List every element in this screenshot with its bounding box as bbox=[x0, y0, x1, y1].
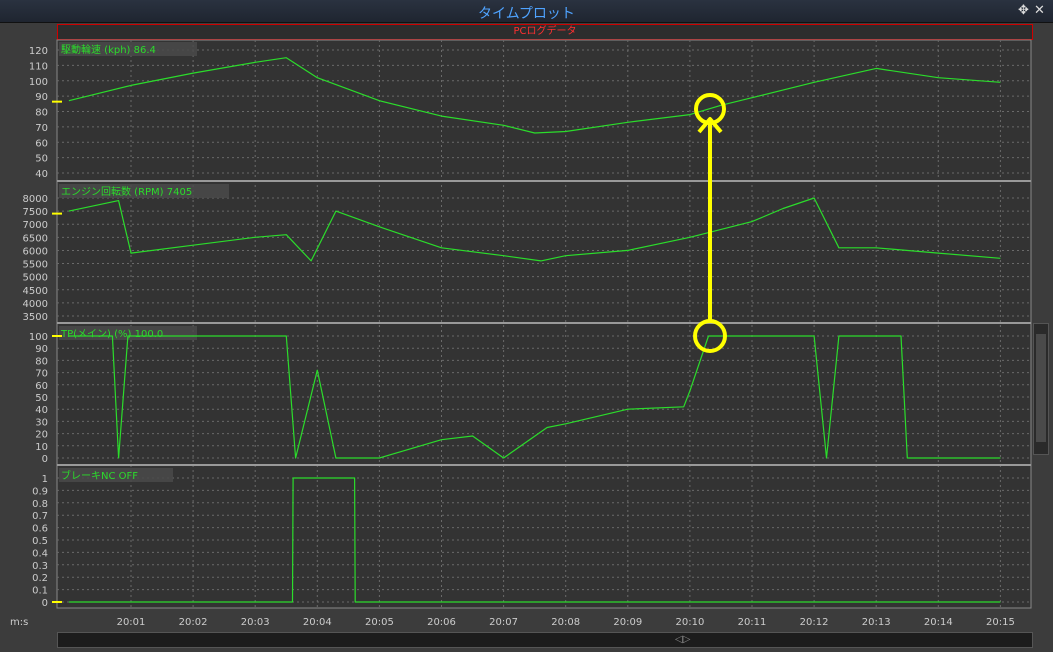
y-tick-label: 0 bbox=[42, 598, 48, 609]
y-tick-label: 40 bbox=[35, 405, 48, 416]
y-tick-label: 100 bbox=[29, 332, 48, 343]
x-tick-label: 20:08 bbox=[551, 617, 580, 628]
x-tick-label: 20:05 bbox=[365, 617, 394, 628]
y-tick-label: 60 bbox=[35, 138, 48, 149]
y-tick-label: 120 bbox=[29, 46, 48, 57]
y-tick-label: 80 bbox=[35, 108, 48, 119]
y-tick-label: 1 bbox=[42, 474, 48, 485]
y-tick-label: 70 bbox=[35, 123, 48, 134]
y-tick-label: 4500 bbox=[23, 286, 48, 297]
y-tick-label: 7000 bbox=[23, 220, 48, 231]
y-tick-label: 10 bbox=[35, 442, 48, 453]
x-tick-label: 20:11 bbox=[738, 617, 767, 628]
channel-title: ブレーキNC OFF bbox=[61, 469, 138, 482]
y-tick-label: 60 bbox=[35, 381, 48, 392]
y-tick-label: 0.2 bbox=[32, 573, 48, 584]
y-tick-label: 0.3 bbox=[32, 561, 48, 572]
y-tick-label: 110 bbox=[29, 61, 48, 72]
x-tick-label: 20:04 bbox=[303, 617, 332, 628]
y-tick-label: 90 bbox=[35, 92, 48, 103]
x-tick-label: 20:13 bbox=[862, 617, 891, 628]
y-tick-label: 100 bbox=[29, 77, 48, 88]
scroll-handle-icon[interactable]: ◁▷ bbox=[675, 634, 690, 645]
y-tick-label: 3500 bbox=[23, 312, 48, 323]
y-tick-label: 0.7 bbox=[32, 511, 48, 522]
y-tick-label: 0.4 bbox=[32, 548, 48, 559]
y-tick-label: 70 bbox=[35, 369, 48, 380]
window-title: タイムプロット bbox=[478, 6, 575, 22]
close-icon[interactable]: ✕ bbox=[1034, 3, 1045, 18]
y-tick-label: 0 bbox=[42, 454, 48, 465]
y-tick-label: 30 bbox=[35, 417, 48, 428]
y-tick-label: 5000 bbox=[23, 273, 48, 284]
y-tick-label: 6000 bbox=[23, 246, 48, 257]
y-tick-label: 0.8 bbox=[32, 499, 48, 510]
y-tick-label: 4000 bbox=[23, 299, 48, 310]
y-tick-label: 90 bbox=[35, 344, 48, 355]
x-tick-label: 20:12 bbox=[800, 617, 829, 628]
y-tick-label: 7500 bbox=[23, 207, 48, 218]
x-unit-label: m:s bbox=[10, 617, 28, 628]
y-tick-label: 0.1 bbox=[32, 586, 48, 597]
channel-title: 駆動輪速 (kph) 86.4 bbox=[61, 43, 156, 56]
y-tick-label: 0.9 bbox=[32, 486, 48, 497]
x-tick-label: 20:02 bbox=[179, 617, 208, 628]
y-tick-label: 0.6 bbox=[32, 524, 48, 535]
channel-title: TP(メイン) (%) 100.0 bbox=[60, 329, 163, 340]
y-tick-label: 0.5 bbox=[32, 536, 48, 547]
time-plot-chart[interactable]: 120110100908070605040駆動輪速 (kph) 86.48000… bbox=[0, 38, 1053, 632]
horizontal-scrollbar[interactable]: ◁▷ bbox=[57, 632, 1033, 648]
y-tick-label: 6500 bbox=[23, 233, 48, 244]
x-tick-label: 20:03 bbox=[241, 617, 270, 628]
x-tick-label: 20:01 bbox=[117, 617, 146, 628]
y-tick-label: 20 bbox=[35, 430, 48, 441]
x-tick-label: 20:06 bbox=[427, 617, 456, 628]
move-icon[interactable]: ✥ bbox=[1018, 3, 1029, 18]
y-tick-label: 50 bbox=[35, 393, 48, 404]
x-tick-label: 20:09 bbox=[613, 617, 642, 628]
window-titlebar: タイムプロット ✥ ✕ bbox=[0, 0, 1053, 23]
x-tick-label: 20:07 bbox=[489, 617, 518, 628]
y-tick-label: 5500 bbox=[23, 260, 48, 271]
x-tick-label: 20:15 bbox=[986, 617, 1015, 628]
y-tick-label: 8000 bbox=[23, 194, 48, 205]
y-tick-label: 40 bbox=[35, 169, 48, 180]
x-tick-label: 20:10 bbox=[675, 617, 704, 628]
vertical-scrollbar[interactable] bbox=[1033, 323, 1049, 455]
y-tick-label: 50 bbox=[35, 154, 48, 165]
scrollbar-thumb[interactable] bbox=[1036, 334, 1046, 442]
channel-title: エンジン回転数 (RPM) 7405 bbox=[61, 185, 192, 198]
data-source-label: PCログデータ bbox=[513, 26, 577, 37]
y-tick-label: 80 bbox=[35, 356, 48, 367]
x-tick-label: 20:14 bbox=[924, 617, 953, 628]
